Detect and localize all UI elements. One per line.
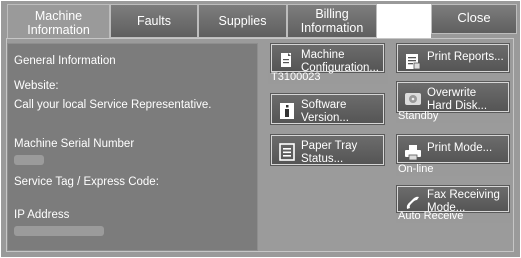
paper-tray-status-label: Paper Tray Status... — [301, 140, 358, 165]
tab-billing-information[interactable]: Billing Information — [287, 4, 377, 38]
tab-machine-information[interactable]: Machine Information — [7, 4, 110, 40]
overwrite-hard-disk-label: Overwrite Hard Disk... — [427, 87, 488, 112]
report-icon — [404, 51, 422, 71]
hard-disk-icon — [404, 89, 422, 109]
machine-configuration-button[interactable]: Machine Configuration... — [271, 44, 384, 74]
ip-address-label: IP Address — [14, 209, 70, 221]
document-icon — [278, 51, 296, 71]
software-version-label: Software Version... — [301, 99, 349, 124]
info-icon — [278, 101, 296, 121]
tab-supplies[interactable]: Supplies — [198, 4, 287, 38]
general-information-heading: General Information — [14, 55, 116, 67]
tab-spacer — [377, 4, 431, 38]
list-icon — [278, 142, 296, 162]
serial-number-label: Machine Serial Number — [14, 138, 135, 150]
tab-faults[interactable]: Faults — [110, 4, 198, 38]
print-mode-status: On-line — [398, 163, 434, 175]
print-reports-button[interactable]: Print Reports... — [397, 44, 509, 72]
software-version-button[interactable]: Software Version... — [271, 94, 384, 124]
website-label: Website: — [14, 80, 59, 92]
paper-tray-status-button[interactable]: Paper Tray Status... — [271, 135, 384, 165]
serial-number-redacted — [14, 155, 44, 165]
service-tag-label: Service Tag / Express Code: — [14, 176, 159, 188]
printer-icon — [404, 142, 422, 162]
fax-receiving-mode-status: Auto Receive — [398, 210, 464, 222]
fax-receiving-mode-button[interactable]: Fax Receiving Mode... — [397, 186, 509, 214]
print-reports-label: Print Reports... — [427, 51, 504, 63]
overwrite-hard-disk-button[interactable]: Overwrite Hard Disk... — [397, 82, 509, 112]
close-button[interactable]: Close — [431, 4, 517, 34]
ip-address-redacted — [14, 226, 104, 236]
website-value: Call your local Service Representative. — [14, 99, 212, 111]
print-mode-button[interactable]: Print Mode... — [397, 135, 509, 163]
machine-configuration-status: T3100023 — [271, 71, 321, 83]
print-mode-label: Print Mode... — [427, 142, 493, 154]
overwrite-hard-disk-status: Standby — [398, 110, 439, 122]
